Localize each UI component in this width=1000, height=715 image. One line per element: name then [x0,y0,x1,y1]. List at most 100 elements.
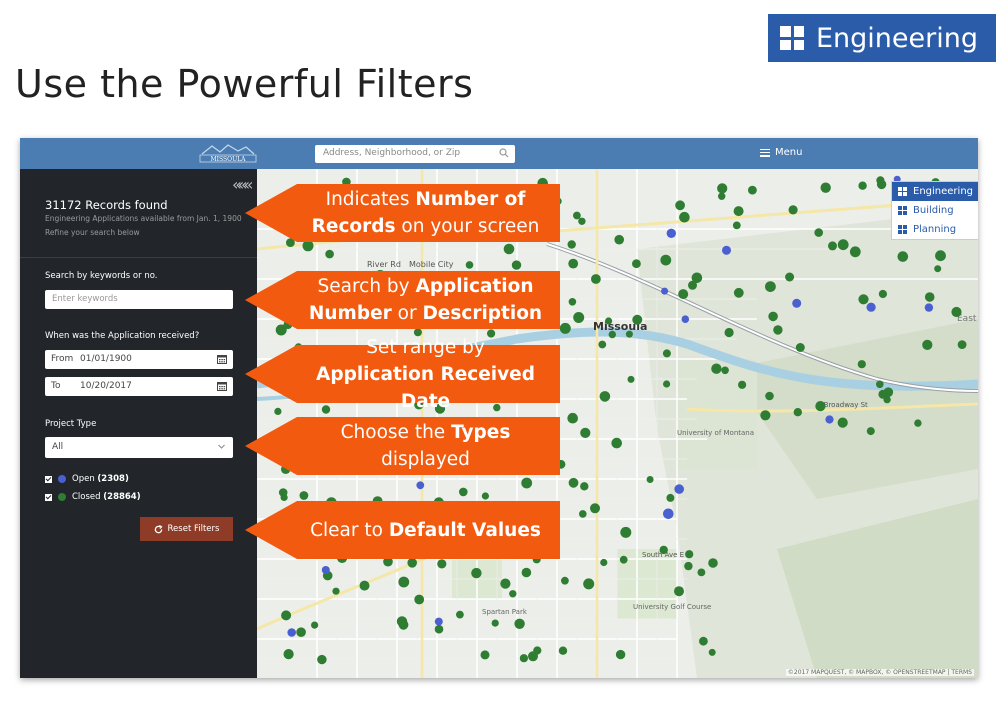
record-marker[interactable] [481,492,489,500]
record-marker[interactable] [795,343,805,352]
record-marker[interactable] [398,576,410,588]
record-marker[interactable] [332,587,340,595]
open-checkbox[interactable] [45,475,52,483]
record-marker[interactable] [857,360,866,369]
record-marker[interactable] [521,567,532,578]
record-marker[interactable] [646,476,654,483]
layer-engineering[interactable]: Engineering [892,182,978,201]
record-marker[interactable] [663,380,671,388]
record-marker[interactable] [398,619,409,630]
record-marker[interactable] [793,408,802,417]
record-marker[interactable] [280,493,288,501]
record-marker[interactable] [627,375,635,383]
record-marker[interactable] [858,294,869,305]
record-marker[interactable] [678,289,689,300]
record-marker[interactable] [688,280,697,290]
record-marker[interactable] [311,621,319,629]
record-marker[interactable] [568,298,577,306]
record-marker[interactable] [287,628,296,637]
record-marker[interactable] [283,649,294,660]
record-marker[interactable] [825,415,834,424]
record-marker[interactable] [296,627,306,637]
record-marker[interactable] [611,437,622,449]
record-marker[interactable] [567,412,578,424]
record-marker[interactable] [600,558,608,567]
record-marker[interactable] [663,508,674,520]
record-marker[interactable] [722,245,731,255]
record-marker[interactable] [321,566,330,574]
record-marker[interactable] [605,317,613,325]
record-marker[interactable] [625,330,633,338]
record-marker[interactable] [632,259,641,269]
record-marker[interactable] [708,648,716,656]
record-marker[interactable] [500,578,511,589]
record-marker[interactable] [675,200,685,211]
record-marker[interactable] [471,567,482,579]
record-marker[interactable] [491,619,499,627]
keyword-input[interactable]: Enter keywords [45,290,233,309]
record-marker[interactable] [660,254,672,266]
record-marker[interactable] [837,239,849,251]
record-marker[interactable] [866,302,876,312]
record-marker[interactable] [934,265,942,273]
menu-button[interactable]: Menu [760,147,802,158]
calendar-icon[interactable] [217,354,227,364]
record-marker[interactable] [765,281,776,292]
layer-building[interactable]: Building [892,201,978,220]
record-marker[interactable] [578,217,586,225]
record-marker[interactable] [659,545,668,555]
record-marker[interactable] [876,380,884,389]
record-marker[interactable] [567,240,576,249]
record-marker[interactable] [733,287,744,298]
record-marker[interactable] [788,205,798,215]
open-filter[interactable]: Open (2308) [45,474,129,484]
record-marker[interactable] [724,327,734,338]
record-marker[interactable] [619,555,628,564]
record-marker[interactable] [792,298,802,308]
record-marker[interactable] [924,292,935,302]
record-marker[interactable] [661,287,669,295]
record-marker[interactable] [559,322,571,334]
record-marker[interactable] [573,211,581,220]
reset-filters-button[interactable]: Reset Filters [140,517,233,541]
calendar-icon[interactable] [217,381,227,391]
missoula-logo[interactable]: MISSOULA [198,142,258,164]
map-attribution[interactable]: ©2017 MAPQUEST, © MAPBOX, © OPENSTREETMA… [785,669,974,676]
location-search-input[interactable]: Address, Neighborhood, or Zip [315,145,515,163]
record-marker[interactable] [521,477,533,489]
record-marker[interactable] [684,561,693,571]
closed-filter[interactable]: Closed (28864) [45,492,141,502]
record-marker[interactable] [951,306,962,318]
record-marker[interactable] [509,590,517,598]
record-marker[interactable] [591,274,601,284]
record-marker[interactable] [711,363,722,374]
record-marker[interactable] [718,192,726,200]
record-marker[interactable] [849,246,861,258]
record-marker[interactable] [924,303,934,312]
record-marker[interactable] [666,493,675,502]
record-marker[interactable] [765,391,774,401]
record-marker[interactable] [615,649,626,660]
record-marker[interactable] [820,182,831,193]
record-marker[interactable] [533,646,542,655]
record-marker[interactable] [858,181,867,190]
record-marker[interactable] [935,250,946,262]
record-marker[interactable] [480,650,490,660]
closed-checkbox[interactable] [45,493,52,501]
record-marker[interactable] [503,243,515,255]
record-marker[interactable] [666,228,676,238]
record-marker[interactable] [681,315,690,323]
record-marker[interactable] [608,330,616,339]
record-marker[interactable] [434,624,444,634]
record-marker[interactable] [437,559,447,569]
record-marker[interactable] [434,617,443,626]
record-marker[interactable] [299,491,309,500]
record-marker[interactable] [957,340,967,349]
record-marker[interactable] [876,179,887,190]
record-marker[interactable] [568,258,579,269]
record-marker[interactable] [579,510,587,518]
record-marker[interactable] [837,417,848,428]
record-marker[interactable] [883,395,891,404]
record-marker[interactable] [897,251,909,262]
record-marker[interactable] [922,339,933,350]
